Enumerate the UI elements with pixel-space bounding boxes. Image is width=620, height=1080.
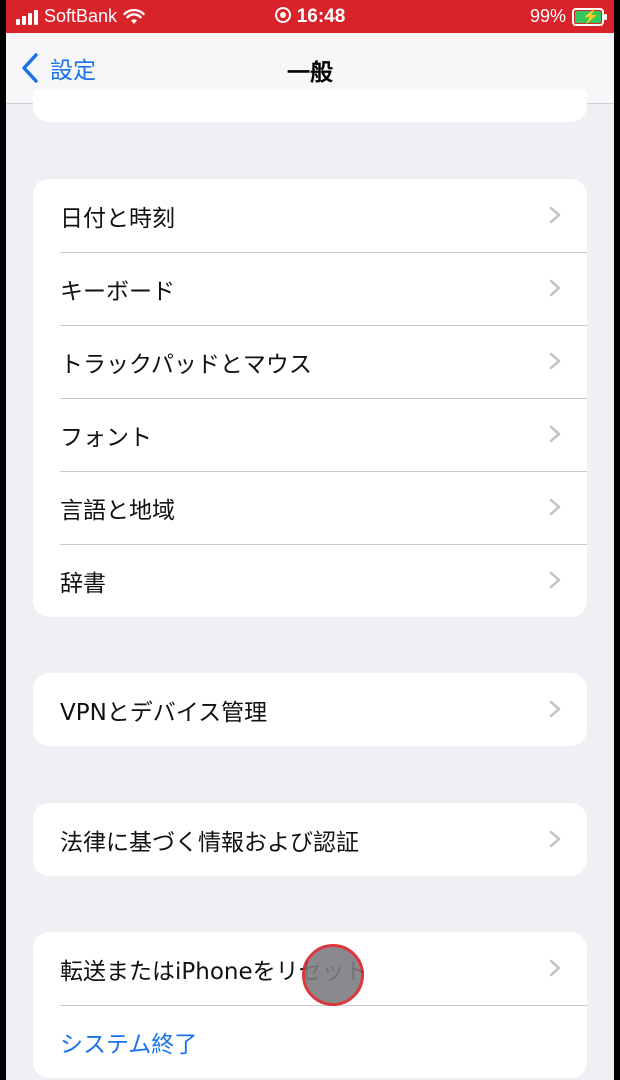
list-item-label: トラックパッドとマウス	[60, 351, 312, 378]
list-item-label: 言語と地域	[60, 497, 175, 524]
chevron-right-icon	[549, 352, 561, 370]
status-bar: SoftBank 16:48 99% ⚡	[6, 0, 614, 33]
touch-indicator	[302, 944, 364, 1006]
chevron-right-icon	[549, 498, 561, 516]
list-item-trackpad-mouse[interactable]: トラックパッドとマウス	[33, 325, 587, 398]
list-item-fonts[interactable]: フォント	[33, 398, 587, 471]
screen-recording-icon	[274, 7, 291, 23]
list-item-label: フォント	[60, 424, 152, 451]
shutdown-button[interactable]: システム終了	[33, 1005, 587, 1078]
list-item-dictionary[interactable]: 辞書	[33, 544, 587, 617]
list-item-legal-regulatory[interactable]: 法律に基づく情報および認証	[33, 803, 587, 876]
chevron-right-icon	[549, 425, 561, 443]
chevron-right-icon	[549, 206, 561, 224]
battery-charging-icon: ⚡	[572, 7, 607, 26]
list-item-vpn-device-management[interactable]: VPNとデバイス管理	[33, 673, 587, 746]
list-item-label: VPNとデバイス管理	[60, 699, 268, 726]
settings-screen: SoftBank 16:48 99% ⚡ 設定 一般 日付と時刻 キーボード ト…	[6, 0, 614, 1080]
status-time: 16:48	[296, 6, 346, 27]
shutdown-label: システム終了	[60, 1031, 198, 1058]
settings-group-1: 日付と時刻 キーボード トラックパッドとマウス フォント 言語と地域 辞書	[33, 179, 587, 617]
list-item-label: キーボード	[60, 278, 175, 305]
list-item-label: 法律に基づく情報および認証	[60, 829, 359, 856]
battery-percent: 99%	[529, 6, 566, 26]
chevron-right-icon	[549, 959, 561, 977]
chevron-right-icon	[549, 279, 561, 297]
list-item-language-region[interactable]: 言語と地域	[33, 471, 587, 544]
list-item-label: 日付と時刻	[60, 205, 175, 232]
list-item-date-time[interactable]: 日付と時刻	[33, 179, 587, 252]
settings-group-3: 法律に基づく情報および認証	[33, 803, 587, 876]
chevron-right-icon	[549, 571, 561, 589]
chevron-right-icon	[549, 830, 561, 848]
page-title: 一般	[287, 60, 333, 86]
list-item-label: 辞書	[60, 570, 106, 597]
settings-group-2: VPNとデバイス管理	[33, 673, 587, 746]
settings-group-previous	[33, 90, 587, 122]
list-item-keyboard[interactable]: キーボード	[33, 252, 587, 325]
chevron-right-icon	[549, 700, 561, 718]
